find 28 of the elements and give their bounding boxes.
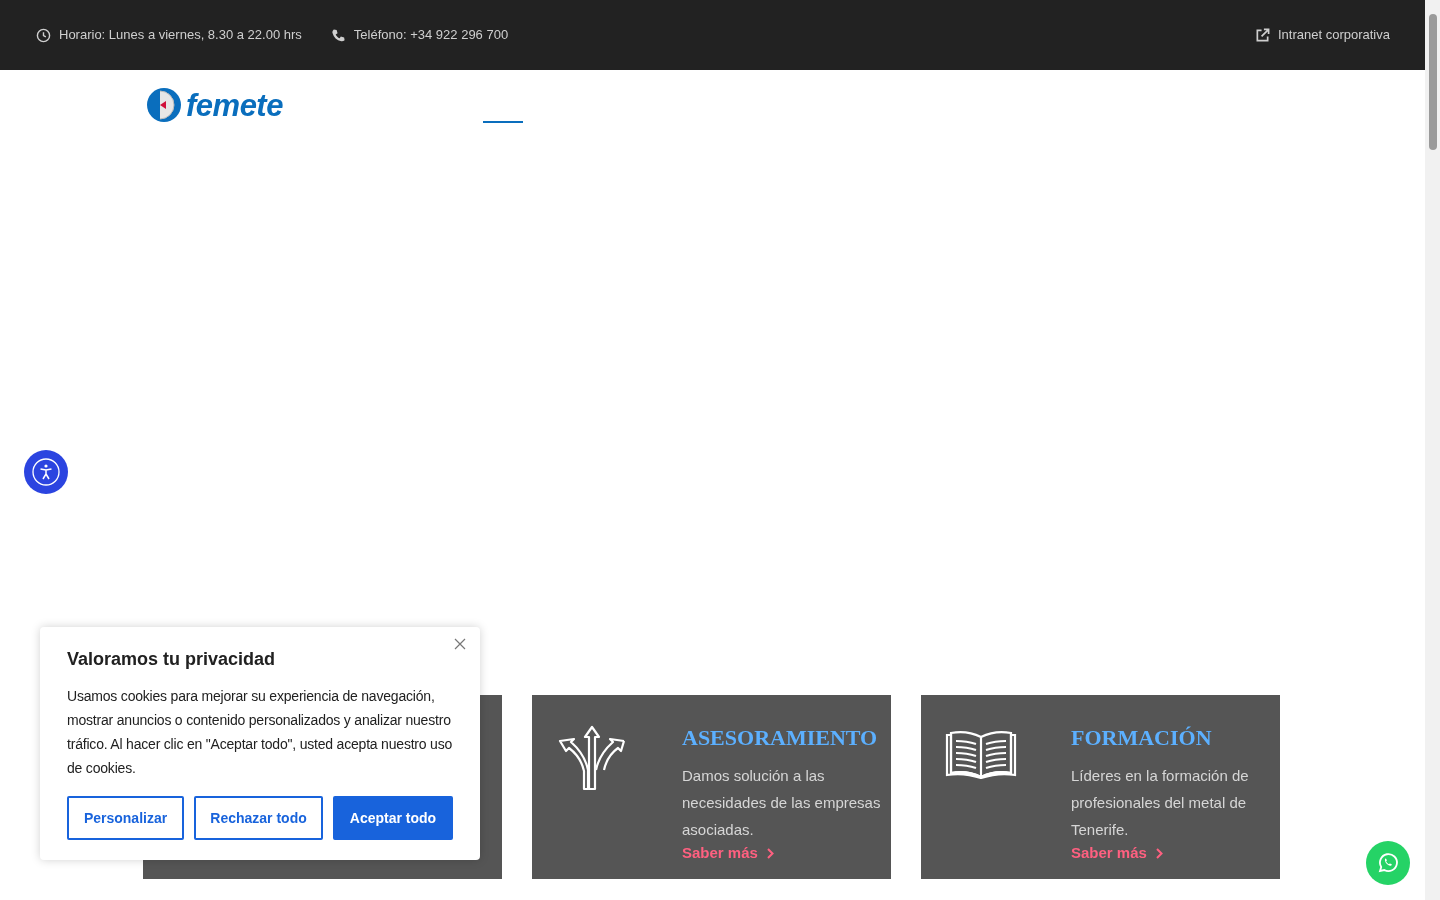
accessibility-icon (31, 457, 61, 487)
whatsapp-icon (1376, 851, 1400, 875)
scrollbar-thumb[interactable] (1428, 14, 1437, 150)
chevron-right-icon (1155, 847, 1163, 859)
whatsapp-button[interactable] (1366, 841, 1410, 885)
close-button[interactable] (454, 638, 466, 650)
logo-text[interactable]: femete (186, 89, 283, 121)
open-book-icon (945, 729, 1017, 779)
accessibility-button[interactable] (24, 450, 68, 494)
scrollbar[interactable] (1425, 0, 1440, 900)
card-text: Líderes en la formación de profesionales del metal de Tenerife. (1071, 766, 1250, 840)
cookie-button[interactable]: Aceptar todo (333, 796, 453, 840)
card-title: ASESORAMIENTO (682, 724, 878, 752)
card-title: FORMACIÓN (1071, 724, 1212, 752)
intranet-link[interactable]: Intranet corporativa (1255, 25, 1390, 45)
dialog-text: Usamos cookies para mejorar su experiencia de navegación, mostrar anuncios o contenido personalizados y analizar nuestro tráfico. Al hacer clic en "Aceptar todo", usted acepta nuestro uso de cookies. (67, 687, 453, 778)
card-text: Damos solución a las necesidades de las empresas asociadas. (682, 766, 882, 840)
chevron-right-icon (766, 847, 774, 859)
schedule-text: Horario: Lunes a viernes, 8.30 a 22.00 hrs (59, 26, 302, 45)
cookie-button[interactable]: Rechazar todo (194, 796, 323, 840)
nav-active-indicator (483, 121, 523, 123)
cookie-button[interactable]: Personalizar (67, 796, 185, 840)
clock-icon (36, 27, 51, 43)
phone-icon (330, 27, 346, 43)
phone-text: Teléfono: +34 922 296 700 (353, 26, 509, 45)
logo-icon (146, 87, 182, 123)
external-link-icon (1255, 27, 1270, 43)
dialog-title: Valoramos tu privacidad (67, 648, 277, 670)
